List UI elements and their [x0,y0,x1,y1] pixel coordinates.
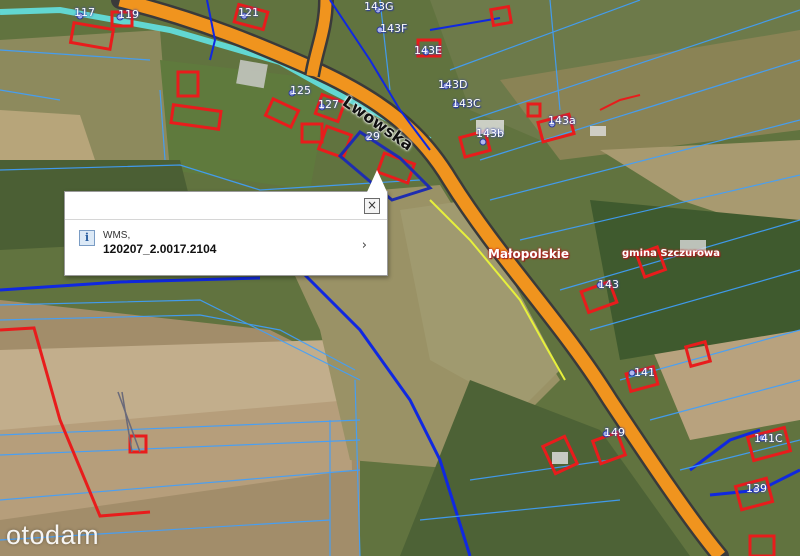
parcel-label: 141C [754,432,783,445]
parcel-label: 143a [548,114,576,127]
parcel-label: 141 [634,366,655,379]
parcel-label: 125 [290,84,311,97]
parcel-label: 143F [380,22,408,35]
parcel-label: 117 [74,6,95,19]
watermark-logo: otodam [6,520,100,550]
region-label-faded [476,176,479,187]
parcel-label: 143E [414,44,442,57]
popup-header: × [65,192,387,220]
info-icon: i [79,230,95,246]
close-icon[interactable]: × [364,198,380,214]
region-label-voivodeship: Małopolskie [488,247,570,261]
parcel-label: 119 [118,8,139,21]
popup-result-row[interactable]: i WMS, 120207_2.0017.2104 › [65,220,387,275]
parcel-label: 127 [318,98,339,111]
parcel-label: 149 [604,426,625,439]
parcel-label: 143b [476,127,504,140]
parcel-label: 139 [746,482,767,495]
region-label-commune: gmina Szczurowa [622,248,721,259]
parcel-label: 143 [598,278,619,291]
parcel-label: 143D [438,78,468,91]
popup-source-label: WMS, [103,230,131,241]
parcel-label: 143G [364,0,394,13]
map-canvas[interactable] [0,0,800,556]
chevron-right-icon[interactable]: › [362,238,367,253]
popup-parcel-id: 120207_2.0017.2104 [103,242,217,256]
popup-pointer [367,170,387,192]
feature-info-popup: × i WMS, 120207_2.0017.2104 › [64,170,388,276]
parcel-label: 143C [452,97,481,110]
parcel-label: 121 [238,6,259,19]
